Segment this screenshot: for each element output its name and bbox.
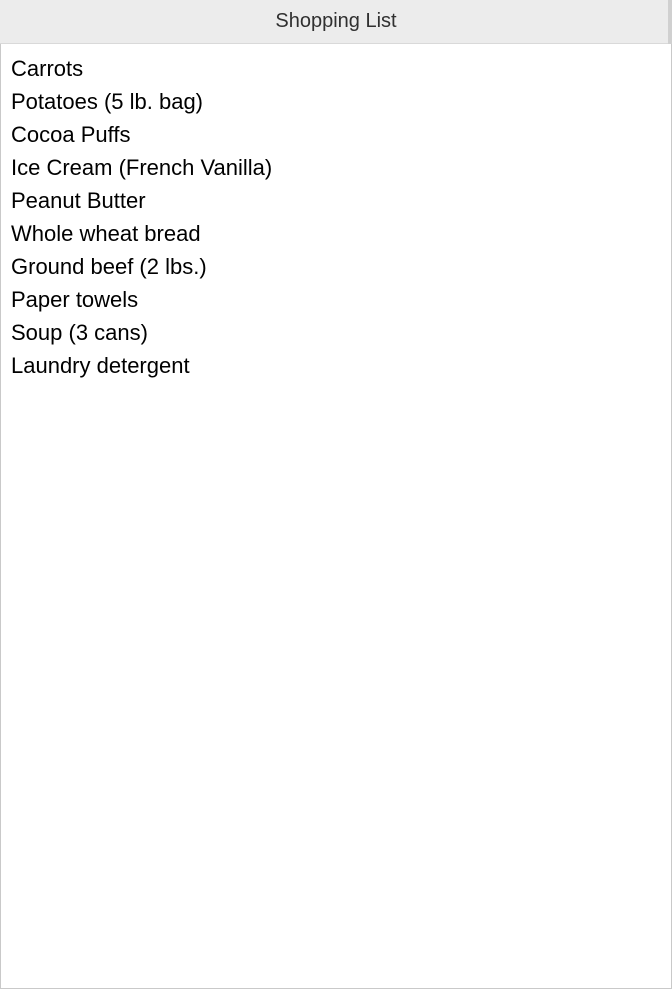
list-item: Whole wheat bread	[11, 217, 661, 250]
list-item: Carrots	[11, 52, 661, 85]
list-item: Cocoa Puffs	[11, 118, 661, 151]
list-item: Peanut Butter	[11, 184, 661, 217]
list-item: Ground beef (2 lbs.)	[11, 250, 661, 283]
title-bar: Shopping List	[0, 0, 672, 44]
scrollbar-hint	[668, 0, 672, 44]
list-item: Soup (3 cans)	[11, 316, 661, 349]
list-item: Paper towels	[11, 283, 661, 316]
list-content[interactable]: Carrots Potatoes (5 lb. bag) Cocoa Puffs…	[0, 44, 672, 989]
list-item: Ice Cream (French Vanilla)	[11, 151, 661, 184]
list-item: Laundry detergent	[11, 349, 661, 382]
window-title: Shopping List	[275, 10, 396, 33]
list-item: Potatoes (5 lb. bag)	[11, 85, 661, 118]
